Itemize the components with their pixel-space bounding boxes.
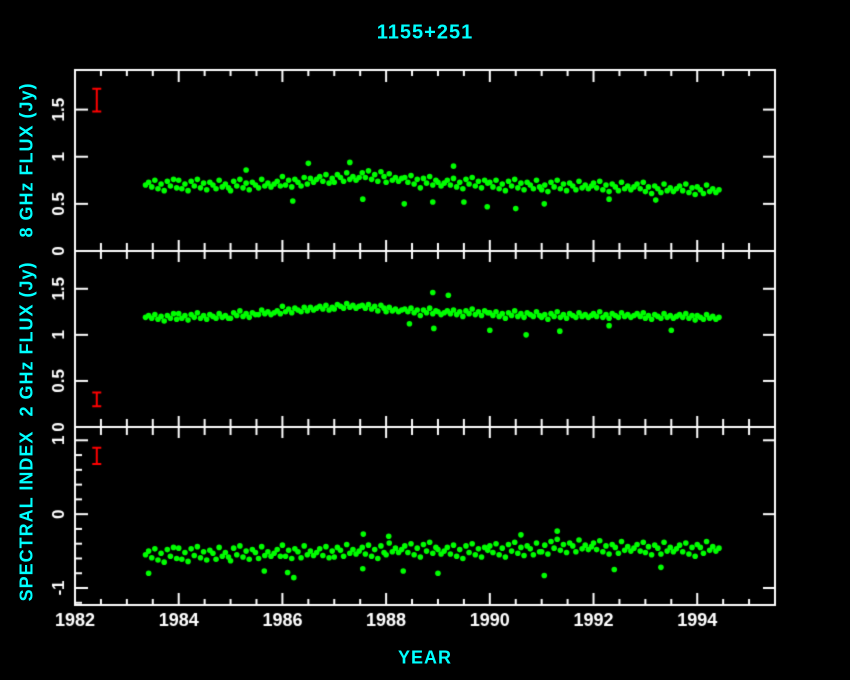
ylabel-8ghz-flux: 8 GHz FLUX (Jy) xyxy=(17,82,38,237)
light-curve-canvas xyxy=(0,0,850,680)
source-title: 1155+251 xyxy=(377,22,473,45)
ylabel-spectral-index: SPECTRAL INDEX xyxy=(17,431,38,602)
xlabel-year: YEAR xyxy=(398,648,452,669)
ylabel-2ghz-flux: 2 GHz FLUX (Jy) xyxy=(17,261,38,416)
light-curve-figure: 1155+251 8 GHz FLUX (Jy) 2 GHz FLUX (Jy)… xyxy=(0,0,850,680)
